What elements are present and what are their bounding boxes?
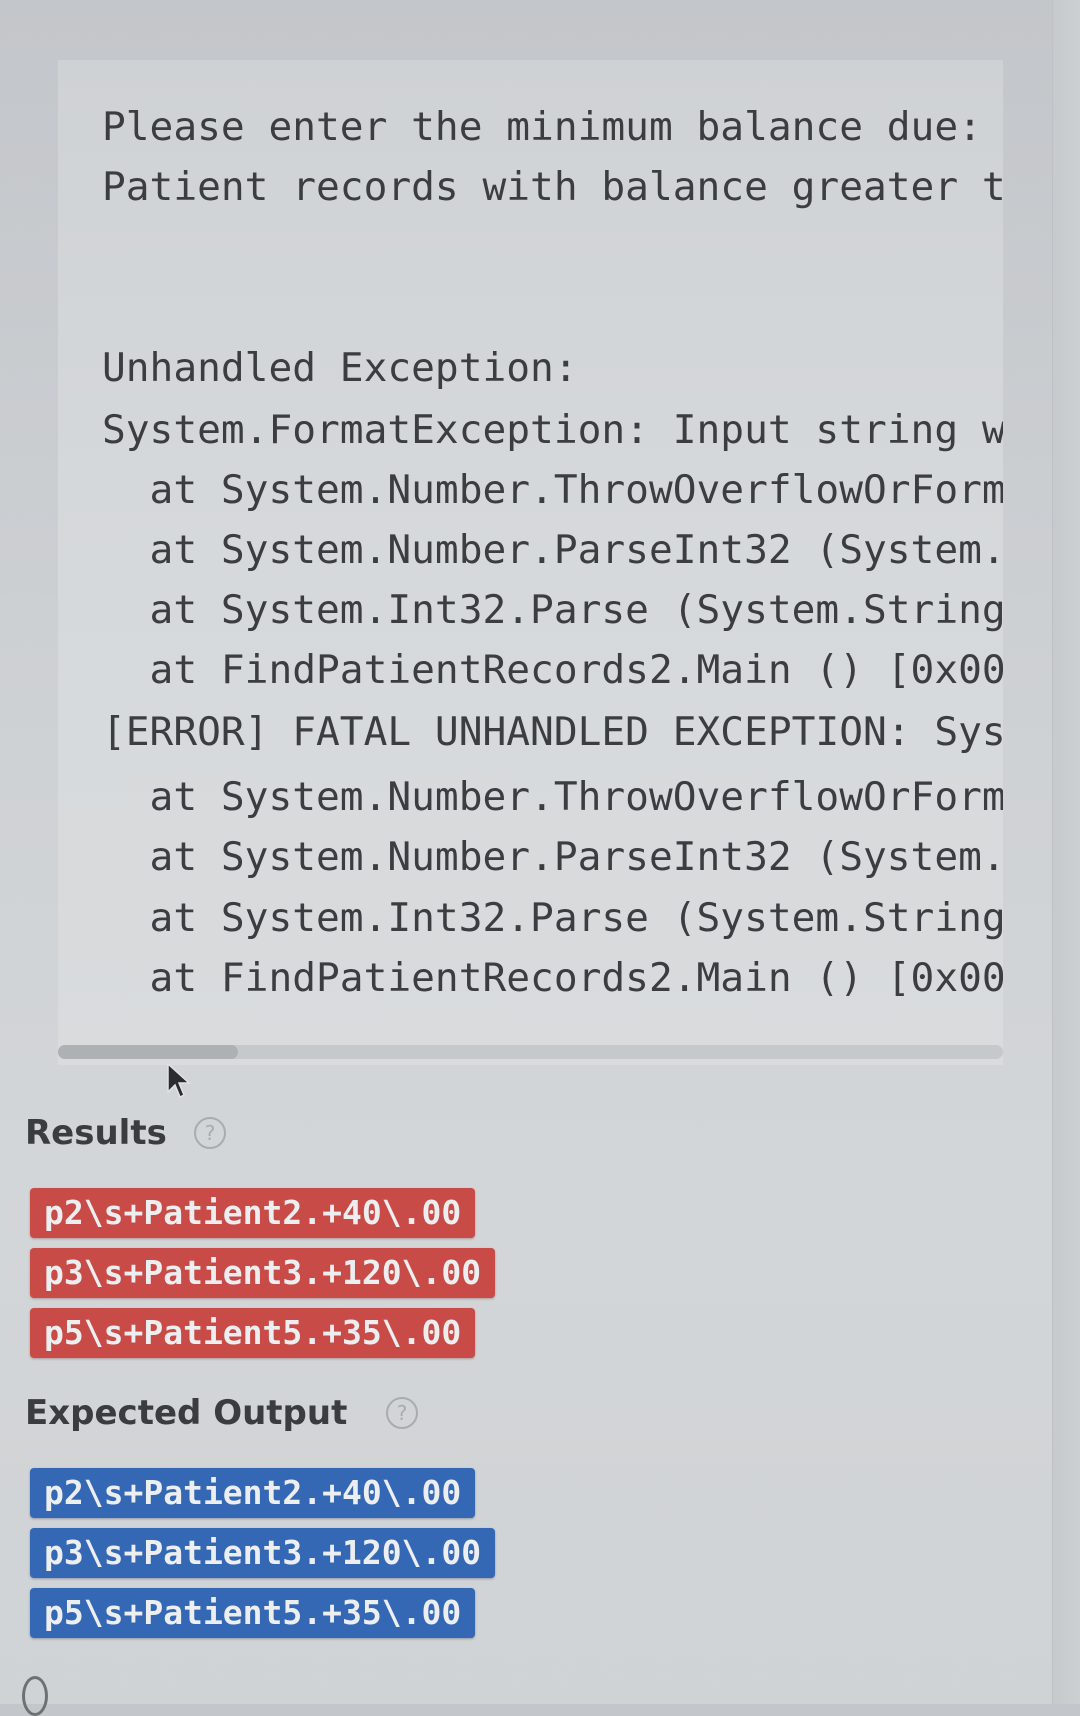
console-line: at FindPatientRecords2.Main () [0x00 [102,955,1003,1001]
right-panel-edge [1052,0,1080,1704]
console-line: at System.Int32.Parse (System.String [102,587,1003,633]
expected-output-item: p3\s+Patient3.+120\.00 [30,1528,496,1578]
console-line: at System.Number.ParseInt32 (System. [102,834,1003,880]
result-item: p2\s+Patient2.+40\.00 [30,1188,476,1238]
partial-icon [22,1676,48,1716]
console-line: System.FormatException: Input string w [102,407,1003,453]
console-line: [ERROR] FATAL UNHANDLED EXCEPTION: Sys [102,709,1003,755]
console-line: at System.Int32.Parse (System.String [102,895,1003,941]
result-item: p5\s+Patient5.+35\.00 [30,1308,476,1358]
result-item: p3\s+Patient3.+120\.00 [30,1248,496,1298]
console-line: at System.Number.ThrowOverflowOrForm [102,774,1003,820]
expected-output-heading: Expected Output [25,1393,348,1433]
horizontal-scrollbar[interactable] [58,1045,1003,1059]
console-line: Please enter the minimum balance due: [102,104,982,150]
console-line: at System.Number.ThrowOverflowOrForm [102,467,1003,513]
expected-output-help-icon[interactable]: ? [386,1397,418,1429]
console-line: at FindPatientRecords2.Main () [0x00 [102,647,1003,693]
results-heading: Results [25,1113,167,1153]
console-line: at System.Number.ParseInt32 (System. [102,527,1003,573]
console-line: Unhandled Exception: [102,345,578,391]
mouse-cursor-icon [167,1062,191,1099]
console-line: Patient records with balance greater t [102,164,1003,210]
scrollbar-thumb[interactable] [58,1045,238,1059]
console-output: Please enter the minimum balance due: Pa… [58,60,1003,1065]
expected-output-item: p2\s+Patient2.+40\.00 [30,1468,476,1518]
expected-output-item: p5\s+Patient5.+35\.00 [30,1588,476,1638]
results-help-icon[interactable]: ? [194,1117,226,1149]
